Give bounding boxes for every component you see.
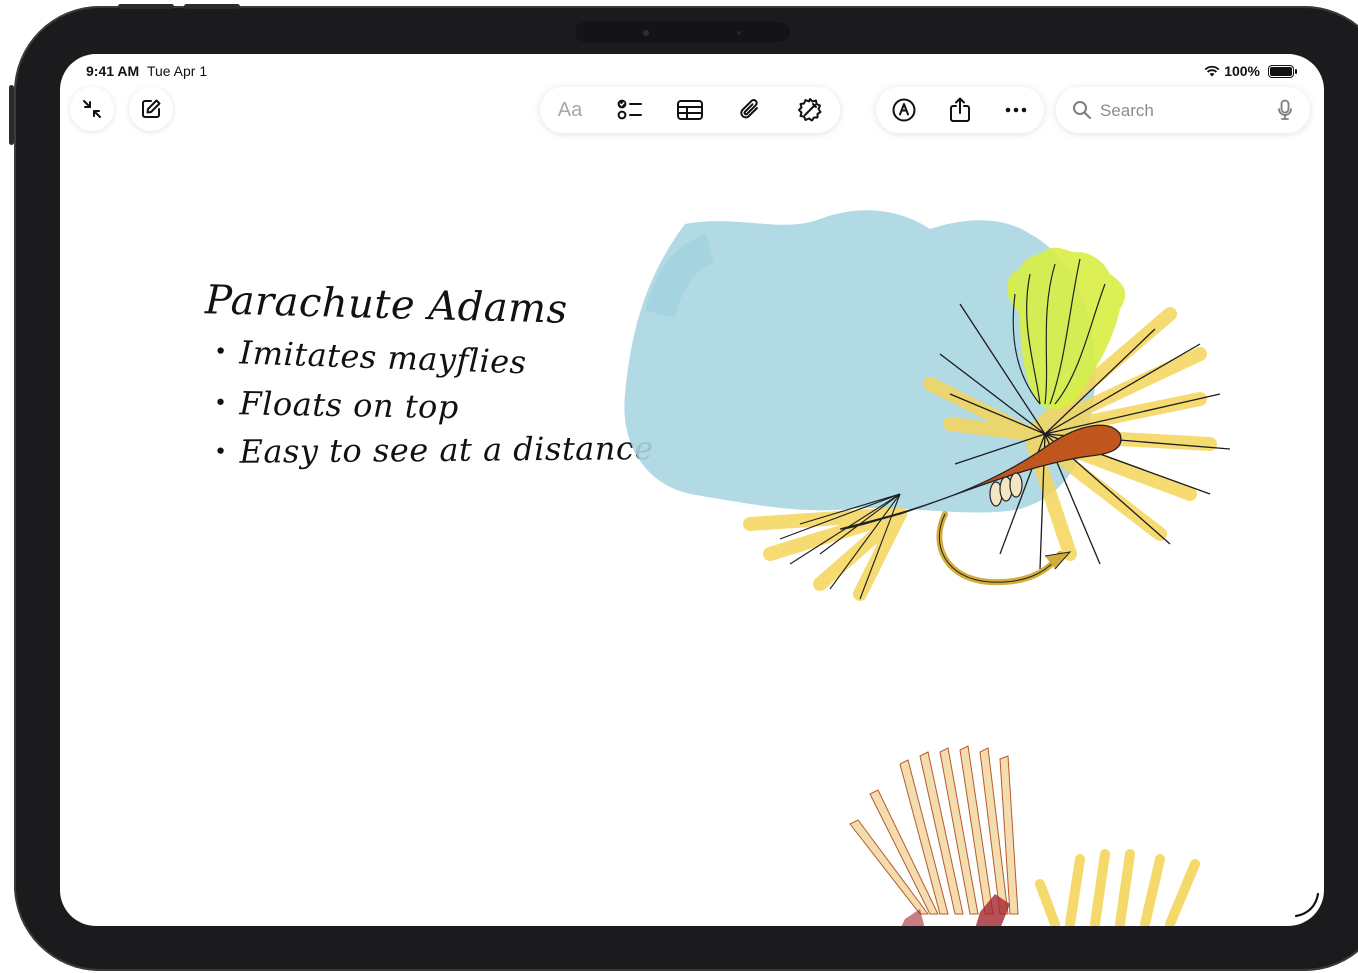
- notes-screen: 9:41 AM Tue Apr 1 100% Aa Search Parachu…: [60, 54, 1324, 926]
- battery-percent: 100%: [1224, 63, 1260, 79]
- feather-sketch-drawing: [849, 745, 1200, 926]
- status-time-date: 9:41 AM Tue Apr 1: [86, 63, 207, 79]
- markup-button[interactable]: [876, 88, 932, 132]
- attachment-button[interactable]: [720, 88, 780, 132]
- note-bullet: • Imitates mayflies: [213, 333, 528, 382]
- checklist-button[interactable]: [600, 88, 660, 132]
- note-bullet-text: Floats on top: [239, 384, 460, 427]
- actions-toolbar: [876, 87, 1044, 133]
- share-button[interactable]: [932, 88, 988, 132]
- markup-pen-icon: [892, 98, 916, 122]
- fly-fishing-lure-drawing: [624, 210, 1231, 601]
- image-wand-icon: [798, 98, 822, 122]
- battery-icon: [1268, 64, 1297, 78]
- more-button[interactable]: [988, 88, 1044, 132]
- status-time: 9:41 AM: [86, 63, 140, 79]
- sensor-icon: [737, 31, 741, 35]
- collapse-arrows-icon: [83, 100, 101, 118]
- text-format-label: Aa: [557, 98, 583, 121]
- table-button[interactable]: [660, 88, 720, 132]
- camera-housing: [575, 22, 790, 42]
- compose-icon: [142, 99, 161, 118]
- front-camera-icon: [643, 30, 649, 36]
- status-date: Tue Apr 1: [146, 63, 208, 79]
- note-bullet: • Floats on top: [213, 384, 460, 427]
- image-wand-button[interactable]: [780, 88, 840, 132]
- search-icon: [1073, 101, 1091, 119]
- volume-up-button: [118, 4, 174, 9]
- note-title: Parachute Adams: [204, 277, 569, 333]
- paperclip-icon: [740, 99, 758, 119]
- share-icon: [950, 97, 970, 122]
- search-field[interactable]: [1056, 87, 1310, 133]
- microphone-icon[interactable]: [1278, 99, 1292, 121]
- format-toolbar: Aa: [540, 87, 840, 133]
- note-bullet: • Easy to see at a distance: [213, 429, 654, 471]
- volume-down-button: [184, 4, 240, 9]
- wifi-icon: [1204, 65, 1220, 77]
- note-bullet-text: Easy to see at a distance: [239, 429, 654, 471]
- table-icon: [677, 100, 703, 120]
- resize-corner-icon[interactable]: [1290, 888, 1324, 922]
- checklist-icon: [617, 99, 642, 120]
- new-note-button[interactable]: [129, 87, 173, 131]
- text-format-button[interactable]: Aa: [540, 88, 600, 132]
- top-button: [9, 85, 14, 145]
- status-indicators: 100%: [1204, 63, 1297, 79]
- note-bullet-text: Imitates mayflies: [238, 333, 528, 382]
- minimize-button[interactable]: [70, 87, 114, 131]
- more-icon: [1005, 107, 1027, 113]
- search-input[interactable]: [1098, 97, 1262, 125]
